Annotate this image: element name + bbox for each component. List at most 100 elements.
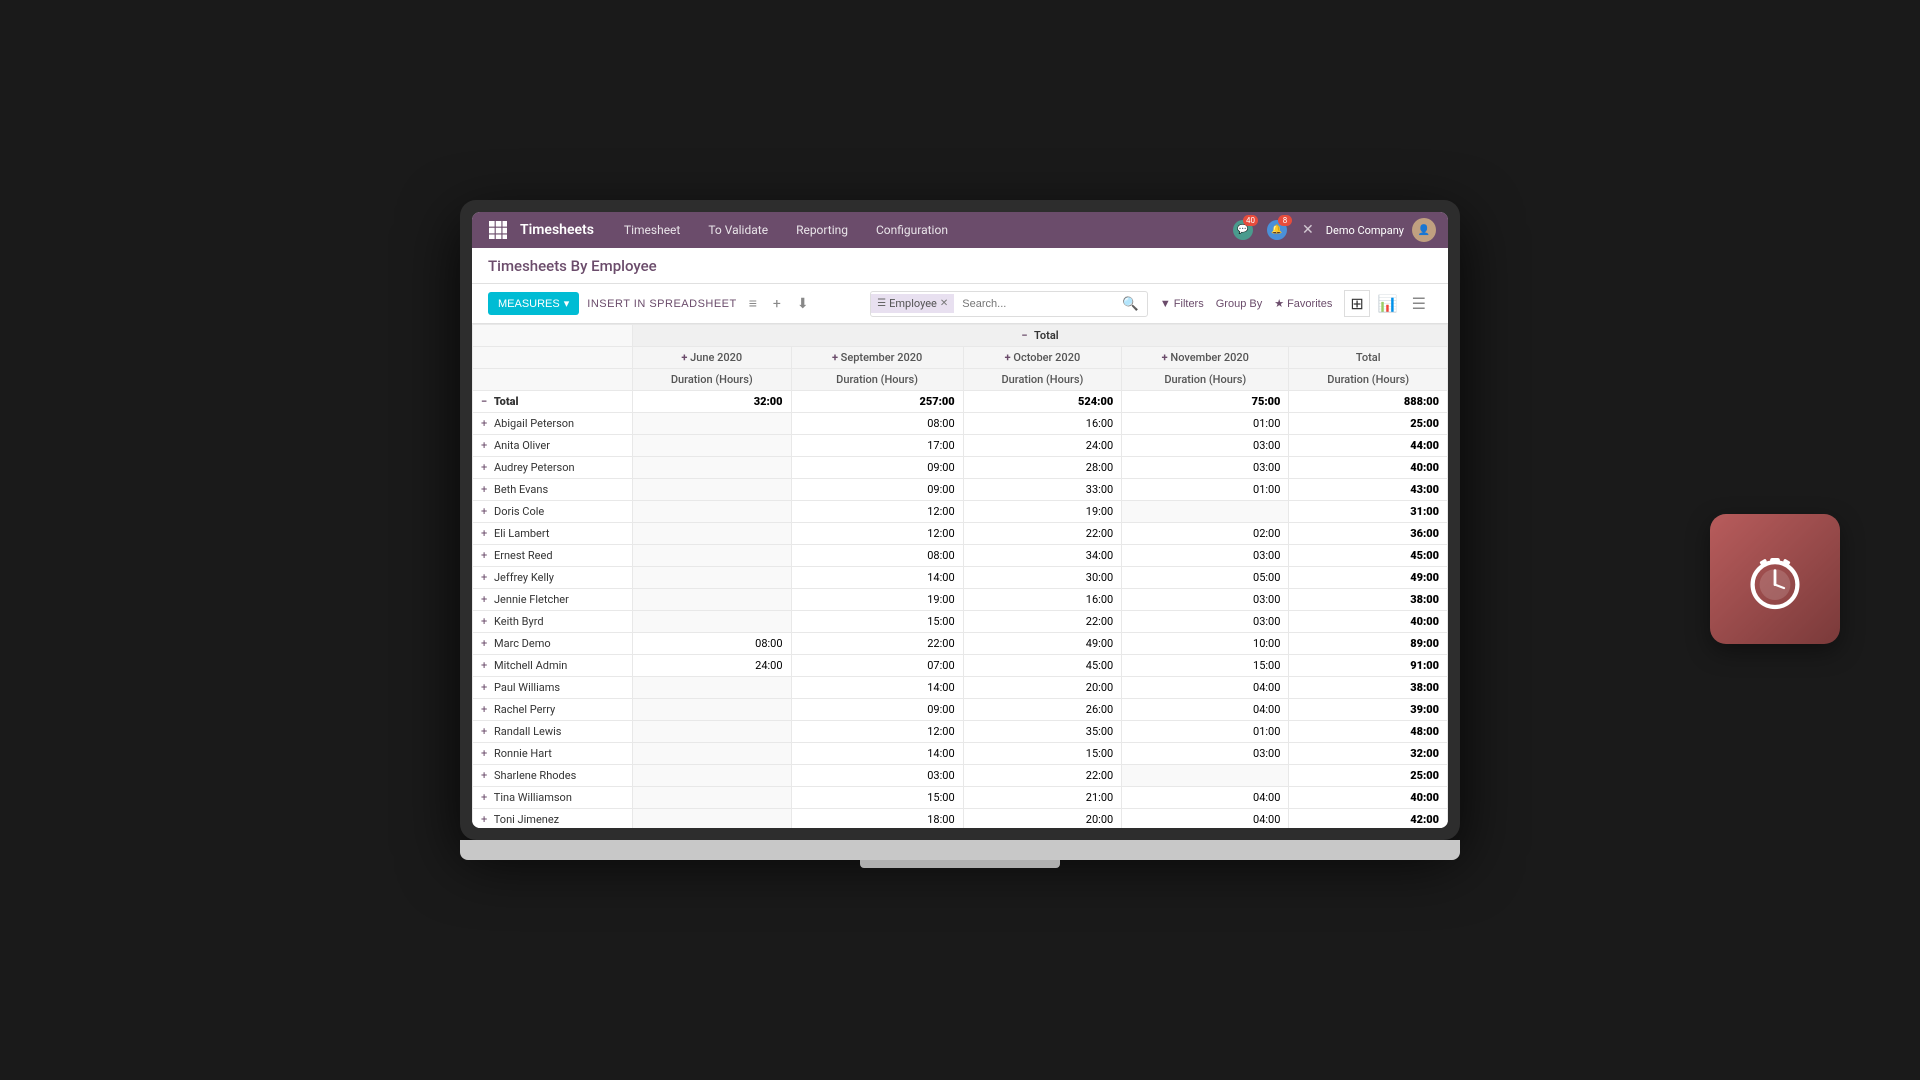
employee-15-val-0 [633, 743, 792, 765]
employee-15-val-4: 32:00 [1289, 743, 1448, 765]
empty-header [473, 325, 633, 347]
nov-expand-icon[interactable]: + [1162, 351, 1168, 364]
app-title: Timesheets [520, 222, 594, 238]
row-expand-icon-16[interactable]: + [481, 769, 487, 782]
employee-8-val-4: 38:00 [1289, 589, 1448, 611]
june-expand-icon[interactable]: + [681, 351, 687, 364]
nav-timesheet[interactable]: Timesheet [610, 212, 694, 248]
employee-13-val-2: 26:00 [963, 699, 1122, 721]
settings-icon[interactable]: ≡ [745, 293, 761, 314]
table-row: + Randall Lewis 12:0035:0001:0048:00 [473, 721, 1448, 743]
employee-name-16: + Sharlene Rhodes [473, 765, 633, 787]
employee-name-13: + Rachel Perry [473, 699, 633, 721]
employee-18-val-0 [633, 809, 792, 829]
row-expand-icon-9[interactable]: + [481, 615, 487, 628]
user-avatar[interactable]: 👤 [1412, 218, 1436, 242]
page-title: Timesheets By Employee [488, 257, 657, 275]
employee-2-val-3: 03:00 [1122, 457, 1289, 479]
nav-to-validate[interactable]: To Validate [694, 212, 782, 248]
total-label: − Total [473, 391, 633, 413]
column-header-row-months: + June 2020 + September 2020 + October 2… [473, 347, 1448, 369]
employee-14-val-2: 35:00 [963, 721, 1122, 743]
employee-name-4: + Doris Cole [473, 501, 633, 523]
employee-9-val-1: 15:00 [791, 611, 963, 633]
employee-5-val-4: 36:00 [1289, 523, 1448, 545]
row-expand-icon-3[interactable]: + [481, 483, 487, 496]
employee-17-val-0 [633, 787, 792, 809]
employee-7-val-4: 49:00 [1289, 567, 1448, 589]
row-expand-icon-8[interactable]: + [481, 593, 487, 606]
employee-4-val-4: 31:00 [1289, 501, 1448, 523]
download-icon[interactable]: ⬇ [793, 294, 813, 314]
column-header-row-top: − Total [473, 325, 1448, 347]
employee-15-val-2: 15:00 [963, 743, 1122, 765]
row-expand-icon-14[interactable]: + [481, 725, 487, 738]
employee-name-17: + Tina Williamson [473, 787, 633, 809]
employee-13-val-4: 39:00 [1289, 699, 1448, 721]
row-expand-icon-5[interactable]: + [481, 527, 487, 540]
column-duration-row: Duration (Hours) Duration (Hours) Durati… [473, 369, 1448, 391]
row-expand-icon-2[interactable]: + [481, 461, 487, 474]
bell-badge[interactable]: 🔔 8 [1264, 217, 1290, 243]
row-expand-icon-7[interactable]: + [481, 571, 487, 584]
nav-right: 💬 40 🔔 8 ✕ Demo Company 👤 [1230, 217, 1436, 243]
row-expand-icon-17[interactable]: + [481, 791, 487, 804]
empty-month-header [473, 347, 633, 369]
search-button[interactable]: 🔍 [1114, 292, 1147, 316]
list-view-icon[interactable]: ☰ [1406, 290, 1432, 317]
employee-5-val-3: 02:00 [1122, 523, 1289, 545]
employee-1-val-2: 24:00 [963, 435, 1122, 457]
row-expand-icon-11[interactable]: + [481, 659, 487, 672]
grid-menu-icon[interactable] [484, 216, 512, 244]
employee-4-val-3 [1122, 501, 1289, 523]
employee-14-val-1: 12:00 [791, 721, 963, 743]
page-header: Timesheets By Employee [472, 248, 1448, 284]
table-row: + Keith Byrd 15:0022:0003:0040:00 [473, 611, 1448, 633]
oct-expand-icon[interactable]: + [1005, 351, 1011, 364]
employee-10-val-1: 22:00 [791, 633, 963, 655]
employee-7-val-0 [633, 567, 792, 589]
row-expand-icon-4[interactable]: + [481, 505, 487, 518]
nav-reporting[interactable]: Reporting [782, 212, 862, 248]
filters-button[interactable]: ▼ Filters [1160, 298, 1204, 310]
row-expand-icon-12[interactable]: + [481, 681, 487, 694]
nav-configuration[interactable]: Configuration [862, 212, 962, 248]
search-tag-close-icon[interactable]: ✕ [940, 298, 948, 309]
employee-name-12: + Paul Williams [473, 677, 633, 699]
sep-expand-icon[interactable]: + [832, 351, 838, 364]
employee-3-val-2: 33:00 [963, 479, 1122, 501]
chat-badge[interactable]: 💬 40 [1230, 217, 1256, 243]
row-expand-icon-10[interactable]: + [481, 637, 487, 650]
row-expand-icon-15[interactable]: + [481, 747, 487, 760]
employee-11-val-1: 07:00 [791, 655, 963, 677]
empty-duration-header [473, 369, 633, 391]
add-icon[interactable]: + [769, 294, 785, 314]
employee-18-val-3: 04:00 [1122, 809, 1289, 829]
chat-count: 40 [1243, 215, 1258, 226]
row-expand-icon-6[interactable]: + [481, 549, 487, 562]
employee-14-val-3: 01:00 [1122, 721, 1289, 743]
employee-18-val-2: 20:00 [963, 809, 1122, 829]
chart-view-icon[interactable]: 📊 [1372, 290, 1404, 317]
group-by-button[interactable]: Group By [1216, 298, 1262, 310]
total-collapse-icon[interactable]: − [1021, 329, 1027, 342]
employee-0-val-3: 01:00 [1122, 413, 1289, 435]
employee-11-val-3: 15:00 [1122, 655, 1289, 677]
row-expand-icon-1[interactable]: + [481, 439, 487, 452]
row-expand-icon-18[interactable]: + [481, 813, 487, 826]
row-expand-icon-0[interactable]: + [481, 417, 487, 430]
insert-spreadsheet-button[interactable]: INSERT IN SPREADSHEET [587, 298, 736, 310]
grid-view-icon[interactable]: ⊞ [1344, 290, 1369, 317]
close-icon[interactable]: ✕ [1298, 218, 1318, 242]
measures-button[interactable]: MEASURES ▾ [488, 292, 579, 315]
row-expand-icon-13[interactable]: + [481, 703, 487, 716]
search-input[interactable] [954, 294, 1114, 314]
favorites-button[interactable]: ★ Favorites [1274, 297, 1332, 310]
employee-2-val-4: 40:00 [1289, 457, 1448, 479]
employee-5-val-1: 12:00 [791, 523, 963, 545]
employee-12-val-4: 38:00 [1289, 677, 1448, 699]
employee-11-val-4: 91:00 [1289, 655, 1448, 677]
employee-name-9: + Keith Byrd [473, 611, 633, 633]
employee-11-val-2: 45:00 [963, 655, 1122, 677]
total-row-collapse[interactable]: − [481, 395, 487, 408]
